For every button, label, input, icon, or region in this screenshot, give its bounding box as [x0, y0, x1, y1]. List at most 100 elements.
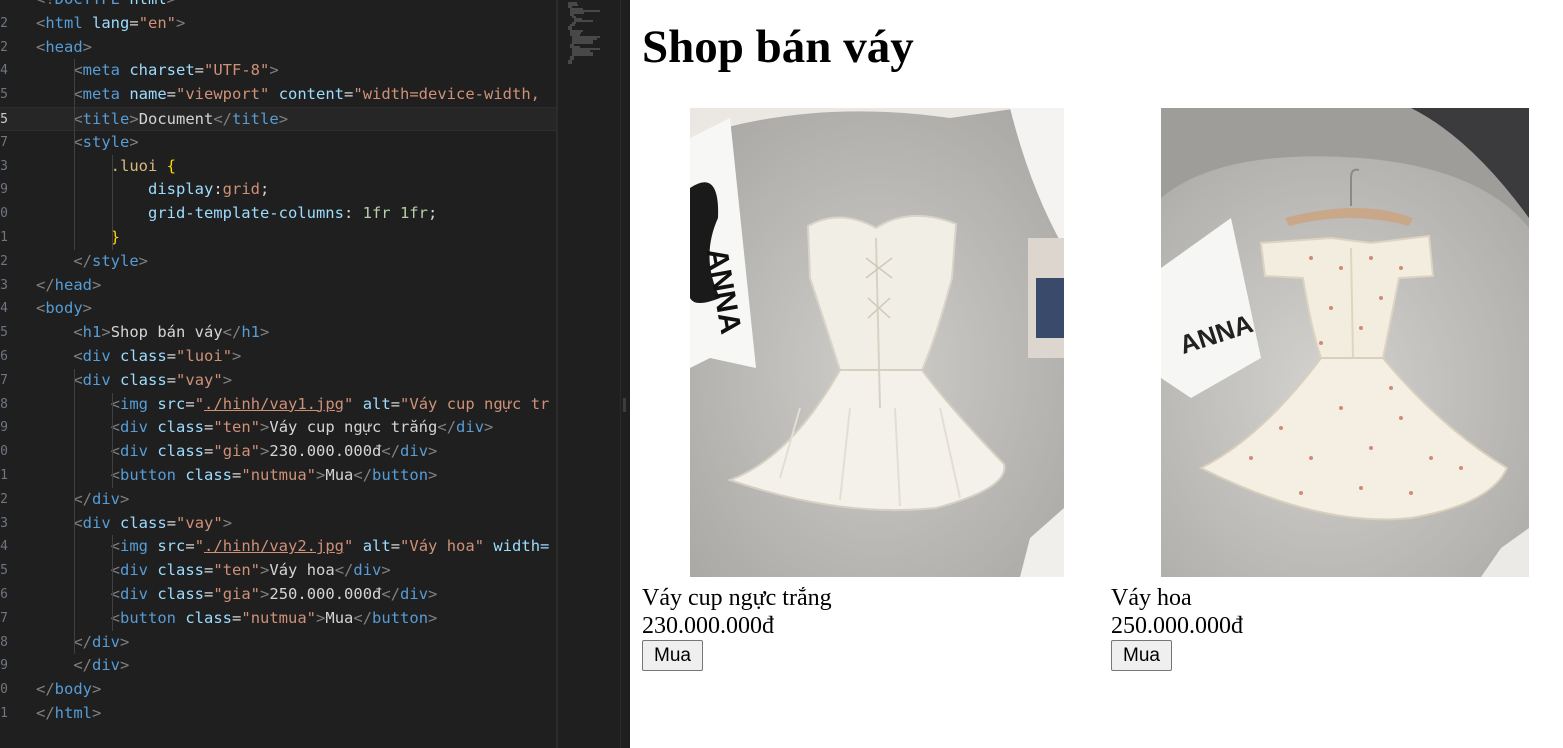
code-line[interactable]: 6 <div class="luoi"> [0, 345, 556, 369]
code-token: > [92, 275, 102, 294]
code-text: <style> [36, 131, 138, 155]
code-line[interactable]: 0 <div class="gia">230.000.000đ</div> [0, 440, 556, 464]
code-line[interactable]: 8 </div> [0, 631, 556, 655]
code-line[interactable]: 9 <div class="ten">Váy cup ngực trắng</d… [0, 416, 556, 440]
code-token: </ [222, 323, 242, 342]
code-line[interactable]: 5 <title>Document</title> [0, 107, 556, 131]
code-line[interactable]: 7 <button class="nutmua">Mua</button> [0, 607, 556, 631]
code-line[interactable]: 5 <h1>Shop bán váy</h1> [0, 321, 556, 345]
minimap[interactable] [556, 0, 630, 748]
code-line[interactable]: 4 <img src="./hinh/vay2.jpg" alt="Váy ho… [0, 535, 556, 559]
code-line[interactable]: 0 </body> [0, 678, 556, 702]
line-number: 7 [0, 134, 8, 150]
line-number: 4 [0, 301, 8, 317]
code-token: body [45, 299, 83, 318]
code-line[interactable]: 3 </head> [0, 274, 556, 298]
code-token: div [82, 370, 111, 389]
code-token: head [54, 275, 92, 294]
code-line[interactable]: 2 </div> [0, 488, 556, 512]
code-token: "UTF-8" [204, 61, 270, 80]
code-token: > [260, 585, 270, 603]
code-line[interactable]: 4 <meta charset="UTF-8"> [0, 59, 556, 83]
code-line[interactable]: 7 <div class="vay"> [0, 369, 556, 393]
code-token: = [204, 585, 214, 603]
code-text: </head> [36, 274, 101, 298]
buy-button[interactable]: Mua [642, 640, 703, 671]
code-text: <img src="./hinh/vay2.jpg" alt="Váy hoa"… [36, 535, 550, 559]
code-token: = [166, 347, 177, 365]
code-token: class [120, 513, 167, 532]
indent-guide [74, 59, 75, 250]
code-token: = [166, 370, 177, 389]
code-token: button [372, 608, 429, 627]
minimap-ruler [620, 0, 621, 748]
code-line[interactable]: 8 <img src="./hinh/vay1.jpg" alt="Váy cu… [0, 393, 556, 417]
buy-button[interactable]: Mua [1111, 640, 1172, 671]
code-line[interactable]: 3 .luoi { [0, 155, 556, 179]
code-token: div [120, 418, 148, 437]
minimap-line [572, 42, 593, 44]
code-token: > [92, 704, 102, 722]
code-token: > [120, 632, 130, 651]
code-token: Mua [325, 466, 354, 484]
code-line[interactable]: 2 <head> [0, 36, 556, 60]
code-token: Document [138, 110, 214, 128]
minimap-line [572, 54, 593, 56]
code-token: > [222, 370, 233, 389]
code-token: alt [362, 394, 391, 413]
minimap-line [574, 20, 593, 22]
code-line[interactable]: 9 display:grid; [0, 178, 556, 202]
indent-guide [74, 368, 75, 655]
code-line[interactable]: 1 </html> [0, 702, 556, 726]
code-token: > [428, 442, 438, 461]
code-token: : [213, 180, 223, 199]
code-token: </ [36, 275, 55, 294]
code-token: 230.000.000đ [269, 442, 382, 461]
code-line[interactable]: 3 <div class="vay"> [0, 512, 556, 536]
code-token: > [222, 513, 233, 532]
code-line[interactable]: 6 <div class="gia">250.000.000đ</div> [0, 583, 556, 607]
code-token: > [260, 418, 270, 437]
code-line[interactable]: 1 } [0, 226, 556, 250]
code-text: } [36, 226, 120, 250]
code-editor[interactable]: <!DOCTYPE html>2<html lang="en">2<head>4… [0, 0, 556, 748]
code-text: display:grid; [36, 178, 269, 202]
code-token: img [120, 537, 148, 556]
code-token: div [120, 561, 148, 580]
code-line[interactable]: <!DOCTYPE html> [0, 0, 556, 12]
code-token: > [484, 418, 494, 437]
code-line[interactable]: 2 <html lang="en"> [0, 12, 556, 36]
code-token: = [390, 537, 401, 556]
code-token: "vay" [176, 370, 223, 389]
line-number: 7 [0, 372, 8, 388]
code-line[interactable]: 1 <button class="nutmua">Mua</button> [0, 464, 556, 488]
code-line[interactable]: 4 <body> [0, 297, 556, 321]
code-line[interactable]: 5 <meta name="viewport" content="width=d… [0, 83, 556, 107]
line-number: 5 [0, 325, 8, 341]
code-line[interactable]: 0 grid-template-columns: 1fr 1fr; [0, 202, 556, 226]
code-line[interactable]: 2 </style> [0, 250, 556, 274]
code-token: { [166, 156, 177, 175]
scrollbar-thumb[interactable] [623, 398, 626, 412]
code-text: <div class="vay"> [36, 369, 232, 393]
code-token: div [92, 632, 120, 651]
code-line[interactable]: 5 <div class="ten">Váy hoa</div> [0, 559, 556, 583]
code-token: = [232, 466, 242, 484]
code-token: body [54, 680, 92, 699]
code-token: " [344, 394, 354, 413]
code-line[interactable]: 7 <style> [0, 131, 556, 155]
code-token: content [278, 85, 345, 104]
code-line[interactable]: 9 </div> [0, 654, 556, 678]
